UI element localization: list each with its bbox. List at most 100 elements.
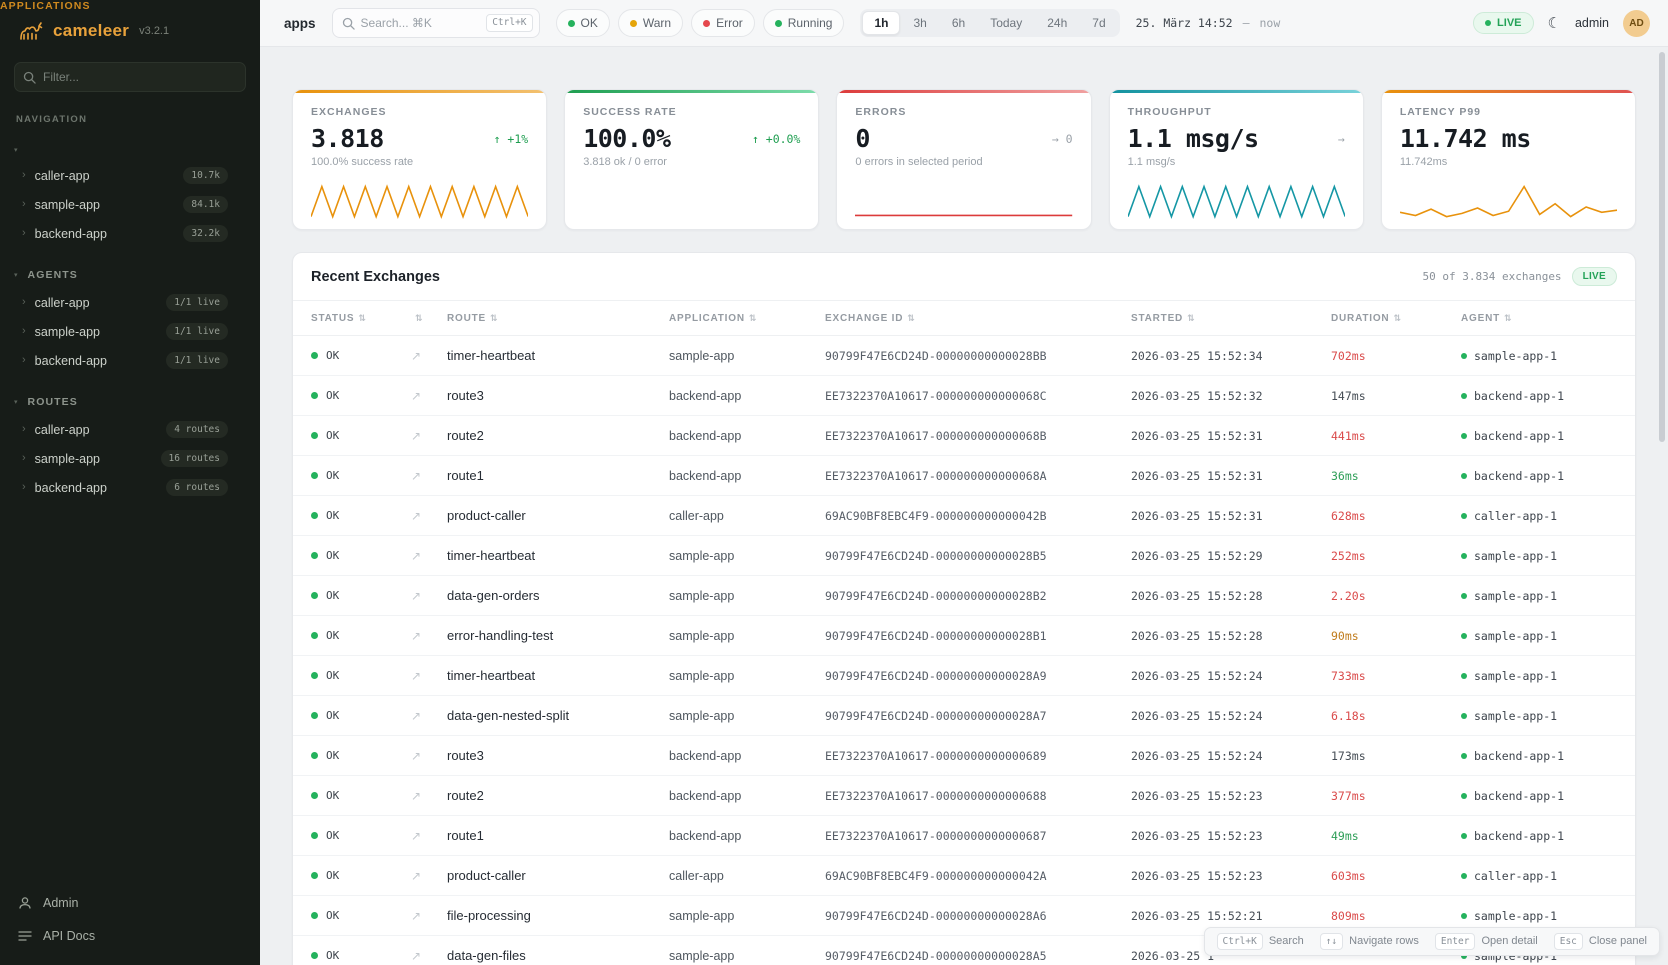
sidebar-item-api-docs[interactable]: API Docs xyxy=(18,920,242,951)
dark-mode-toggle-icon[interactable]: ☾ xyxy=(1548,14,1561,32)
agent-cell: sample-app-1 xyxy=(1461,549,1617,563)
range-1h[interactable]: 1h xyxy=(862,11,900,35)
filter-pill-warn[interactable]: Warn xyxy=(618,9,683,37)
exchange-id-cell: 90799F47E6CD24D-00000000000028A9 xyxy=(825,669,1131,683)
column-header-link[interactable]: ⇅ xyxy=(411,313,447,324)
range-3h[interactable]: 3h xyxy=(901,11,938,35)
sidebar-item-agents-sample-app[interactable]: › sample-app 1/1 live xyxy=(0,317,260,346)
scrollbar-thumb[interactable] xyxy=(1659,52,1665,442)
table-row[interactable]: OK ↗ product-caller caller-app 69AC90BF8… xyxy=(293,496,1635,536)
open-exchange-icon[interactable]: ↗ xyxy=(411,669,447,683)
table-row[interactable]: OK ↗ timer-heartbeat sample-app 90799F47… xyxy=(293,336,1635,376)
sidebar-item-routes-sample-app[interactable]: › sample-app 16 routes xyxy=(0,444,260,473)
table-row[interactable]: OK ↗ data-gen-orders sample-app 90799F47… xyxy=(293,576,1635,616)
table-row[interactable]: OK ↗ route1 backend-app EE7322370A10617-… xyxy=(293,456,1635,496)
chevron-right-icon: › xyxy=(22,297,26,308)
sidebar-filter xyxy=(14,62,246,92)
open-exchange-icon[interactable]: ↗ xyxy=(411,749,447,763)
table-row[interactable]: OK ↗ route3 backend-app EE7322370A10617-… xyxy=(293,376,1635,416)
filter-pill-error[interactable]: Error xyxy=(691,9,755,37)
section-header-applications[interactable]: ▾ APPLICATIONS xyxy=(0,143,260,157)
column-header-exchange-id[interactable]: EXCHANGE ID ⇅ xyxy=(825,313,1131,324)
duration-cell: 90ms xyxy=(1331,629,1461,643)
open-exchange-icon[interactable]: ↗ xyxy=(411,629,447,643)
stat-value: 3.818 xyxy=(311,124,384,153)
route-cell: route1 xyxy=(447,828,669,843)
table-row[interactable]: OK ↗ route1 backend-app EE7322370A10617-… xyxy=(293,816,1635,856)
column-header-started[interactable]: STARTED ⇅ xyxy=(1131,313,1331,324)
open-exchange-icon[interactable]: ↗ xyxy=(411,869,447,883)
avatar[interactable]: AD xyxy=(1623,10,1650,37)
range-7d[interactable]: 7d xyxy=(1080,11,1117,35)
column-header-agent[interactable]: AGENT ⇅ xyxy=(1461,313,1617,324)
section-header-agents[interactable]: ▾ AGENTS xyxy=(0,266,260,284)
chevron-right-icon: › xyxy=(22,326,26,337)
search-input[interactable] xyxy=(361,16,481,30)
open-exchange-icon[interactable]: ↗ xyxy=(411,589,447,603)
sparkline-chart xyxy=(1128,183,1345,219)
stat-cards: EXCHANGES 3.818 ↑ +1% 100.0% success rat… xyxy=(292,89,1636,230)
status-cell: OK xyxy=(311,589,411,602)
agent-dot-icon xyxy=(1461,353,1467,359)
admin-label: Admin xyxy=(43,896,78,910)
sidebar-item-admin[interactable]: Admin xyxy=(18,887,242,918)
filter-pill-ok[interactable]: OK xyxy=(556,9,610,37)
ok-dot-icon xyxy=(311,552,318,559)
open-exchange-icon[interactable]: ↗ xyxy=(411,429,447,443)
table-row[interactable]: OK ↗ route2 backend-app EE7322370A10617-… xyxy=(293,416,1635,456)
ok-dot-icon xyxy=(311,792,318,799)
table-row[interactable]: OK ↗ timer-heartbeat sample-app 90799F47… xyxy=(293,536,1635,576)
column-header-route[interactable]: ROUTE ⇅ xyxy=(447,313,669,324)
agent-cell: backend-app-1 xyxy=(1461,389,1617,403)
open-exchange-icon[interactable]: ↗ xyxy=(411,509,447,523)
sidebar-item-agents-backend-app[interactable]: › backend-app 1/1 live xyxy=(0,346,260,375)
sidebar-item-routes-caller-app[interactable]: › caller-app 4 routes xyxy=(0,415,260,444)
sidebar-item-applications-caller-app[interactable]: › caller-app 10.7k xyxy=(0,161,260,190)
open-exchange-icon[interactable]: ↗ xyxy=(411,829,447,843)
table-row[interactable]: OK ↗ error-handling-test sample-app 9079… xyxy=(293,616,1635,656)
open-exchange-icon[interactable]: ↗ xyxy=(411,949,447,963)
status-cell: OK xyxy=(311,789,411,802)
open-exchange-icon[interactable]: ↗ xyxy=(411,549,447,563)
ok-dot-icon xyxy=(311,432,318,439)
open-exchange-icon[interactable]: ↗ xyxy=(411,389,447,403)
column-header-duration[interactable]: DURATION ⇅ xyxy=(1331,313,1461,324)
agent-dot-icon xyxy=(1461,873,1467,879)
status-cell: OK xyxy=(311,469,411,482)
open-exchange-icon[interactable]: ↗ xyxy=(411,469,447,483)
sidebar-item-applications-backend-app[interactable]: › backend-app 32.2k xyxy=(0,219,260,248)
filter-pill-running[interactable]: Running xyxy=(763,9,845,37)
sidebar-item-agents-caller-app[interactable]: › caller-app 1/1 live xyxy=(0,288,260,317)
exchange-count: 50 of 3.834 exchanges xyxy=(1422,270,1561,283)
table-row[interactable]: OK ↗ timer-heartbeat sample-app 90799F47… xyxy=(293,656,1635,696)
table-row[interactable]: OK ↗ data-gen-nested-split sample-app 90… xyxy=(293,696,1635,736)
stat-delta: → 0 xyxy=(1052,132,1073,146)
live-toggle[interactable]: LIVE xyxy=(1473,12,1533,34)
table-row[interactable]: OK ↗ route3 backend-app EE7322370A10617-… xyxy=(293,736,1635,776)
range-today[interactable]: Today xyxy=(978,11,1034,35)
section-header-routes[interactable]: ▾ ROUTES xyxy=(0,393,260,411)
open-exchange-icon[interactable]: ↗ xyxy=(411,909,447,923)
sidebar-item-routes-backend-app[interactable]: › backend-app 6 routes xyxy=(0,473,260,502)
open-exchange-icon[interactable]: ↗ xyxy=(411,709,447,723)
table-row[interactable]: OK ↗ product-caller caller-app 69AC90BF8… xyxy=(293,856,1635,896)
route-cell: route1 xyxy=(447,468,669,483)
column-header-application[interactable]: APPLICATION ⇅ xyxy=(669,313,825,324)
stat-accent-bar xyxy=(293,90,546,93)
global-search[interactable]: Ctrl+K xyxy=(332,8,540,38)
duration-cell: 702ms xyxy=(1331,349,1461,363)
filter-input[interactable] xyxy=(14,62,246,92)
column-header-status[interactable]: STATUS ⇅ xyxy=(311,313,411,324)
status-dot-icon xyxy=(775,20,782,27)
open-exchange-icon[interactable]: ↗ xyxy=(411,349,447,363)
sidebar-item-applications-sample-app[interactable]: › sample-app 84.1k xyxy=(0,190,260,219)
chevron-down-icon: ▾ xyxy=(14,146,18,154)
open-exchange-icon[interactable]: ↗ xyxy=(411,789,447,803)
range-6h[interactable]: 6h xyxy=(940,11,977,35)
agent-dot-icon xyxy=(1461,713,1467,719)
range-24h[interactable]: 24h xyxy=(1035,11,1079,35)
application-cell: backend-app xyxy=(669,789,825,803)
agent-cell: sample-app-1 xyxy=(1461,349,1617,363)
table-row[interactable]: OK ↗ route2 backend-app EE7322370A10617-… xyxy=(293,776,1635,816)
hint-open-detail: Enter Open detail xyxy=(1435,933,1538,950)
